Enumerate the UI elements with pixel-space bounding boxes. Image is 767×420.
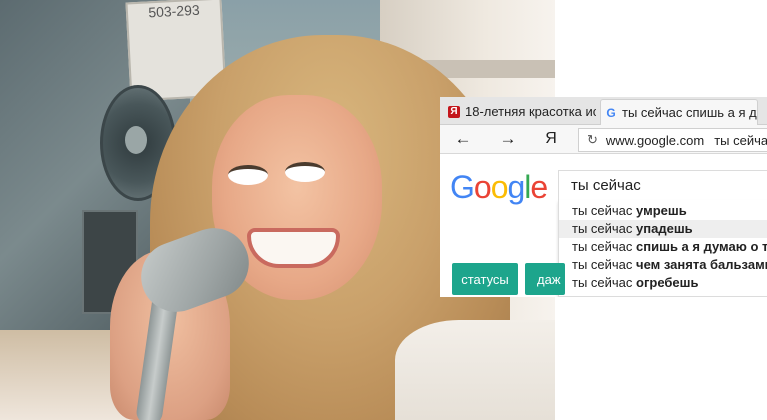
logo-letter: G — [450, 169, 475, 205]
arrow-right-icon: → — [499, 129, 517, 148]
tab-label: ты сейчас спишь а я думаю — [622, 105, 757, 120]
suggestion-prefix: ты сейчас — [572, 221, 637, 236]
yandex-icon: Я — [545, 130, 557, 147]
yandex-favicon-icon: Я — [448, 105, 460, 118]
statuses-button[interactable]: статусы — [452, 263, 518, 295]
payphone-number-text: 503-293 — [147, 1, 201, 21]
suggestion-completion: чем занята бальзами — [636, 257, 767, 272]
address-query: ты сейчас — [714, 132, 767, 148]
address-url: www.google.com — [605, 132, 705, 148]
suggestion-item[interactable]: ты сейчас спишь а я думаю о те — [559, 238, 767, 256]
logo-letter: o — [490, 169, 509, 205]
browser-toolbar: ← → Я ↻ www.google.com ты сейчас — [440, 125, 767, 154]
suggestion-prefix: ты сейчас — [572, 257, 637, 272]
suggestion-completion: огребешь — [636, 275, 699, 290]
google-favicon-icon: G — [606, 105, 616, 120]
tab-label: 18-летняя красотка искала — [465, 104, 596, 119]
suggestion-prefix: ты сейчас — [572, 203, 637, 218]
suggestion-item[interactable]: ты сейчас огребешь — [559, 274, 767, 292]
secondary-button-label: даж — [537, 271, 561, 287]
browser-window: Я 18-летняя красотка искала G ты сейчас … — [440, 97, 767, 297]
arrow-left-icon: ← — [454, 129, 472, 148]
woman-smile — [247, 228, 340, 268]
address-bar[interactable]: ↻ www.google.com ты сейчас — [578, 128, 767, 152]
suggestion-completion: умрешь — [636, 203, 687, 218]
tab-bar: Я 18-летняя красотка искала G ты сейчас … — [440, 97, 767, 125]
tab-google-search[interactable]: G ты сейчас спишь а я думаю — [600, 99, 758, 125]
reload-icon[interactable]: ↻ — [587, 132, 598, 148]
tab-yandex-article[interactable]: Я 18-летняя красотка искала — [444, 99, 596, 124]
search-query-text: ты сейчас — [571, 177, 641, 194]
logo-letter: e — [530, 169, 548, 205]
forward-button[interactable]: → — [495, 128, 521, 150]
suggestion-item[interactable]: ты сейчас чем занята бальзами — [559, 256, 767, 274]
google-logo[interactable]: Google — [450, 169, 548, 206]
suggestion-item[interactable]: ты сейчас умрешь — [559, 202, 767, 220]
logo-letter: o — [473, 169, 492, 205]
suggestion-item-highlighted[interactable]: ты сейчас упадешь — [559, 220, 767, 238]
statuses-button-label: статусы — [461, 271, 509, 287]
logo-letter: g — [507, 169, 525, 205]
back-button[interactable]: ← — [450, 128, 476, 150]
search-input[interactable]: ты сейчас — [558, 170, 767, 200]
woman-blouse — [395, 320, 555, 420]
secondary-green-button[interactable]: даж — [525, 263, 565, 295]
google-page: Google ты сейчас ты сейчас умрешь ты сей… — [440, 154, 767, 297]
yandex-button[interactable]: Я — [538, 128, 564, 150]
autocomplete-dropdown: ты сейчас умрешь ты сейчас упадешь ты се… — [558, 200, 767, 297]
suggestion-completion: упадешь — [636, 221, 693, 236]
suggestion-prefix: ты сейчас — [572, 275, 637, 290]
suggestion-prefix: ты сейчас — [572, 239, 637, 254]
woman-left-eye — [228, 165, 268, 185]
suggestion-completion: спишь а я думаю о те — [636, 239, 767, 254]
woman-right-eye — [285, 162, 325, 182]
